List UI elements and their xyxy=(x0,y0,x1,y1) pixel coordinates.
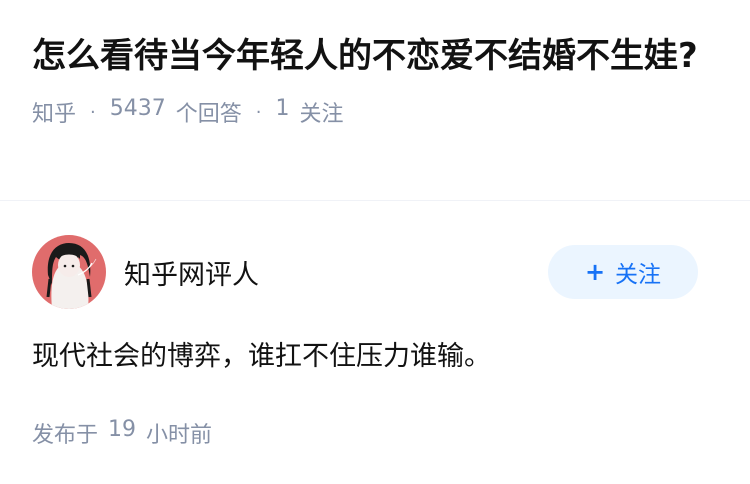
publish-prefix: 发布于 xyxy=(32,423,99,448)
author-name[interactable]: 知乎网评人 xyxy=(124,253,548,292)
answer-content[interactable]: 现代社会的博弈，谁扛不住压力谁输。 xyxy=(32,337,718,377)
publish-suffix: 小时前 xyxy=(146,423,213,448)
publish-value: 19 xyxy=(108,417,137,442)
avatar[interactable] xyxy=(32,235,106,309)
answer-card: 知乎网评人 + 关注 现代社会的博弈，谁扛不住压力谁输。 发布于 19 小时前 xyxy=(0,201,750,449)
follow-button-label: 关注 xyxy=(615,262,662,288)
answer-count-value: 5437 xyxy=(109,96,166,121)
publish-time: 发布于 19 小时前 xyxy=(32,417,718,449)
follower-count[interactable]: 1 关注 xyxy=(276,96,344,128)
avatar-illustration-icon xyxy=(32,235,106,309)
follow-button[interactable]: + 关注 xyxy=(548,245,698,299)
page: 怎么看待当今年轻人的不恋爱不结婚不生娃? 知乎 · 5437 个回答 · 1 关… xyxy=(0,0,750,484)
author-row: 知乎网评人 + 关注 xyxy=(32,233,718,311)
follower-count-label: 关注 xyxy=(299,102,344,127)
answer-count[interactable]: 5437 个回答 xyxy=(110,96,242,128)
answer-count-label: 个回答 xyxy=(175,102,242,127)
meta-separator: · xyxy=(90,101,96,123)
source-label[interactable]: 知乎 xyxy=(32,96,76,128)
question-header: 怎么看待当今年轻人的不恋爱不结婚不生娃? 知乎 · 5437 个回答 · 1 关… xyxy=(0,0,750,200)
meta-separator: · xyxy=(255,101,262,123)
plus-icon: + xyxy=(584,258,606,286)
follower-count-value: 1 xyxy=(275,96,290,121)
question-title[interactable]: 怎么看待当今年轻人的不恋爱不结婚不生娃? xyxy=(32,32,712,80)
question-meta: 知乎 · 5437 个回答 · 1 关注 xyxy=(32,96,718,128)
